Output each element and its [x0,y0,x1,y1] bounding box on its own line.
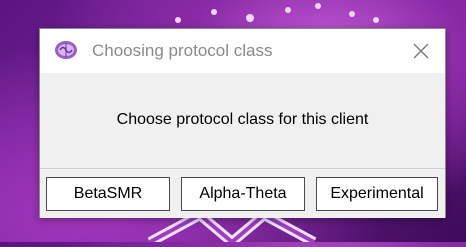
close-button[interactable] [401,33,441,69]
brain-app-icon [54,39,78,61]
betasmr-button[interactable]: BetaSMR [46,177,170,211]
dialog-titlebar: Choosing protocol class [40,29,445,73]
alpha-theta-button[interactable]: Alpha-Theta [181,177,305,211]
experimental-button[interactable]: Experimental [316,177,438,211]
close-icon [413,43,429,59]
dialog-title: Choosing protocol class [92,41,273,60]
dialog-button-row: BetaSMR Alpha-Theta Experimental [40,168,445,218]
protocol-class-dialog: Choosing protocol class Choose protocol … [39,28,446,218]
dialog-message: Choose protocol class for this client [116,111,369,128]
